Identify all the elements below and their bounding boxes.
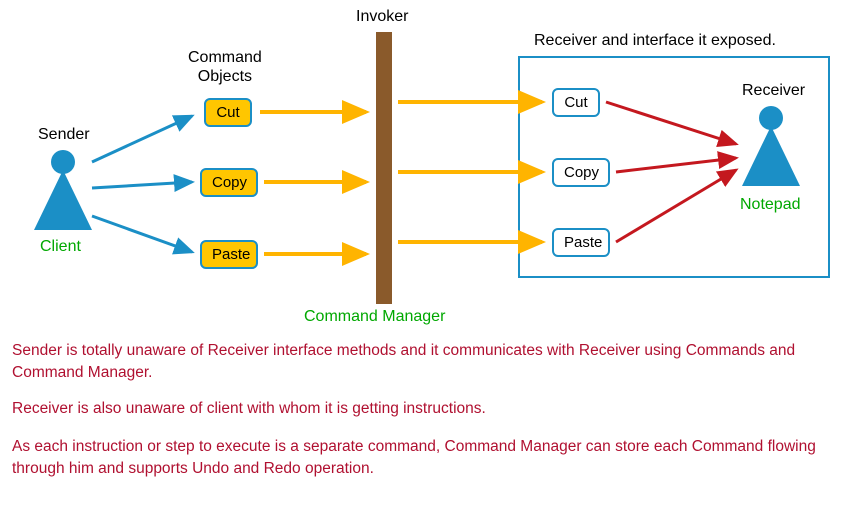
command-paste-box: Paste bbox=[200, 240, 258, 269]
receiver-figure bbox=[736, 104, 806, 193]
receiver-copy-box: Copy bbox=[552, 158, 610, 187]
description-3: As each instruction or step to execute i… bbox=[12, 436, 838, 481]
command-objects-label: Command Objects bbox=[188, 48, 262, 86]
invoker-bar bbox=[376, 32, 392, 304]
command-copy-box: Copy bbox=[200, 168, 258, 197]
client-label: Client bbox=[40, 238, 81, 256]
invoker-label: Invoker bbox=[356, 8, 408, 26]
command-manager-label: Command Manager bbox=[304, 308, 445, 326]
receiver-interface-label: Receiver and interface it exposed. bbox=[534, 32, 776, 50]
description-1: Sender is totally unaware of Receiver in… bbox=[12, 340, 838, 385]
notepad-label: Notepad bbox=[740, 196, 801, 214]
description-2: Receiver is also unaware of client with … bbox=[12, 398, 838, 420]
receiver-paste-box: Paste bbox=[552, 228, 610, 257]
command-cut-box: Cut bbox=[204, 98, 252, 127]
sender-label: Sender bbox=[38, 126, 90, 144]
receiver-cut-box: Cut bbox=[552, 88, 600, 117]
sender-figure bbox=[28, 148, 98, 237]
